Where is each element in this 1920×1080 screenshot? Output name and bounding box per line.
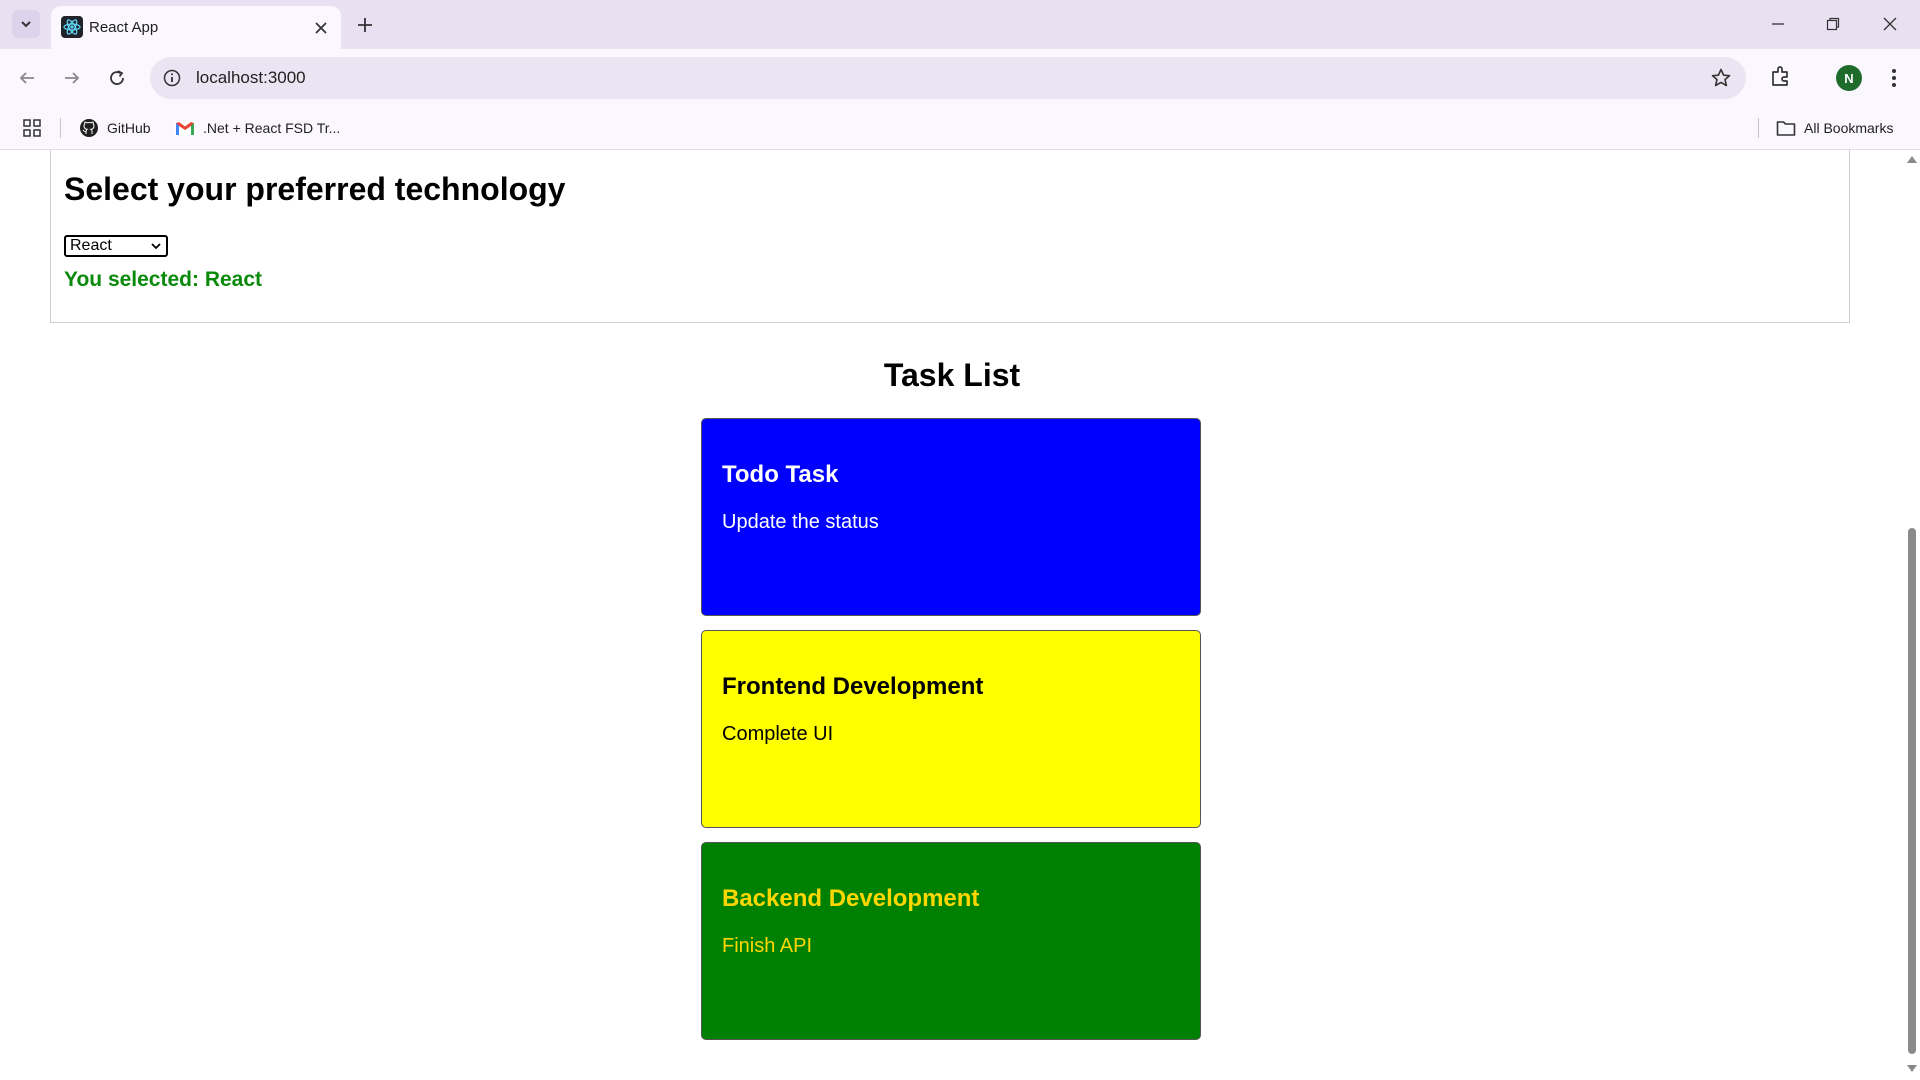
chevron-down-icon [151,243,161,250]
task-description: Finish API [722,935,813,957]
extensions-icon[interactable] [1768,63,1794,89]
task-card: Backend Development Finish API [701,842,1201,1040]
plus-icon [358,18,372,32]
apps-grid-icon[interactable] [22,118,42,138]
selected-technology: React [70,237,112,254]
more-vertical-icon [1892,69,1896,87]
chevron-down-icon [21,21,31,28]
task-description: Update the status [722,511,879,533]
task-title: Frontend Development [722,673,984,700]
tab-react-app[interactable]: React App [51,6,341,49]
task-card: Todo Task Update the status [701,418,1201,616]
all-bookmarks-label: All Bookmarks [1804,120,1894,136]
restore-icon [1826,17,1840,31]
bookmark-label: .Net + React FSD Tr... [203,120,341,136]
all-bookmarks-button[interactable]: All Bookmarks [1776,116,1893,140]
react-logo-icon [61,16,83,38]
reload-button[interactable] [102,63,132,93]
bookmark-net-react[interactable]: .Net + React FSD Tr... [175,116,340,140]
tab-strip: React App [0,0,1920,49]
gmail-icon [175,121,195,135]
new-tab-button[interactable] [352,12,378,38]
minimize-button[interactable] [1760,10,1796,38]
url-text[interactable]: localhost:3000 [196,68,306,88]
browser-toolbar: localhost:3000 N [0,49,1920,107]
arrow-right-icon [65,72,80,84]
github-icon [80,119,98,137]
bookmarks-bar: GitHub .Net + React FSD Tr... All Bookma… [0,107,1920,150]
page-scrollbar[interactable] [1904,150,1920,1080]
task-title: Backend Development [722,885,980,912]
bookmark-star-icon[interactable] [1710,67,1732,89]
close-icon [1883,17,1897,31]
address-bar[interactable]: localhost:3000 [150,57,1746,99]
folder-icon [1776,121,1796,136]
profile-avatar[interactable]: N [1836,65,1862,91]
page-viewport: Select your preferred technology React Y… [0,150,1904,1080]
scroll-up-arrow-icon[interactable] [1907,156,1917,163]
close-window-button[interactable] [1872,10,1908,38]
scrollbar-thumb[interactable] [1908,528,1916,1054]
reload-icon [110,70,124,85]
tab-search-button[interactable] [12,10,40,38]
scroll-down-arrow-icon[interactable] [1907,1065,1917,1072]
task-title: Todo Task [722,461,839,488]
browser-menu-button[interactable] [1884,65,1904,91]
task-description: Complete UI [722,723,834,745]
forward-button[interactable] [57,63,87,93]
bookmarks-divider [1758,118,1759,138]
tab-title: React App [89,19,159,36]
arrow-left-icon [19,72,34,84]
task-card: Frontend Development Complete UI [701,630,1201,828]
site-info-icon[interactable] [162,68,182,88]
back-button[interactable] [12,63,42,93]
close-tab-icon[interactable] [311,18,331,38]
technology-select[interactable]: React [64,235,168,257]
restore-button[interactable] [1815,10,1851,38]
selection-result: You selected: React [64,268,263,291]
task-list-heading: Task List [883,357,1021,393]
minimize-icon [1772,23,1784,25]
technology-heading: Select your preferred technology [64,171,566,207]
technology-selector-section: Select your preferred technology React Y… [50,150,1850,323]
bookmark-github[interactable]: GitHub [79,116,151,140]
bookmarks-divider [60,118,61,138]
bookmark-label: GitHub [107,120,151,136]
